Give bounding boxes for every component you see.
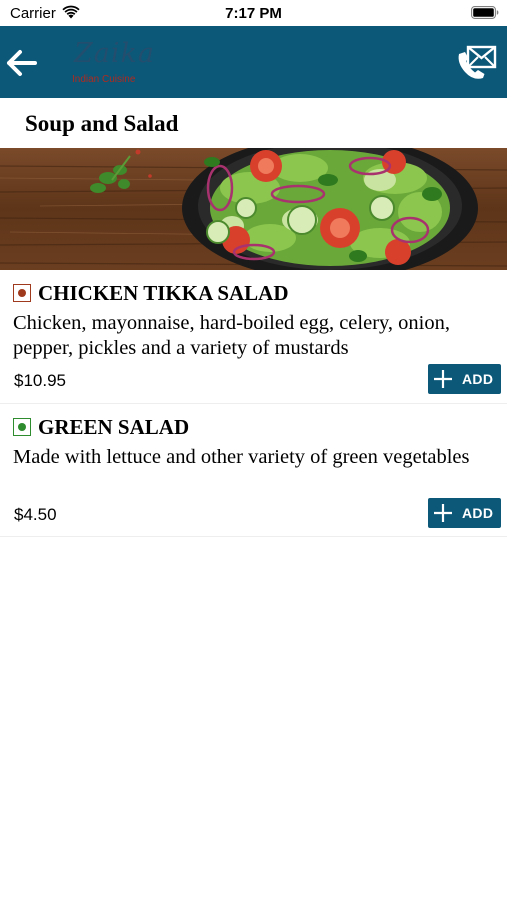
add-button-label: ADD bbox=[462, 505, 494, 521]
item-price: $4.50 bbox=[14, 505, 57, 524]
plus-icon bbox=[434, 504, 452, 522]
logo-text: Zaika bbox=[74, 38, 155, 69]
item-price: $10.95 bbox=[14, 371, 66, 390]
item-name: GREEN SALAD bbox=[38, 415, 190, 439]
add-button[interactable]: ADD bbox=[428, 364, 501, 394]
menu-item: GREEN SALAD Made with lettuce and other … bbox=[0, 404, 507, 537]
salad-banner-image bbox=[0, 148, 507, 270]
nav-bar: Zaika Indian Cuisine bbox=[0, 26, 507, 98]
veg-indicator-icon bbox=[13, 418, 31, 436]
page-title: Soup and Salad bbox=[25, 111, 179, 136]
menu-item: CHICKEN TIKKA SALAD Chicken, mayonnaise,… bbox=[0, 270, 507, 404]
status-bar: Carrier 7:17 PM bbox=[0, 0, 507, 26]
plus-icon bbox=[434, 370, 452, 388]
clock: 7:17 PM bbox=[225, 5, 282, 22]
non-veg-indicator-icon bbox=[13, 284, 31, 302]
mail-phone-icon[interactable] bbox=[456, 41, 498, 83]
add-button-label: ADD bbox=[462, 371, 494, 387]
back-arrow-icon[interactable] bbox=[5, 48, 39, 78]
item-name: CHICKEN TIKKA SALAD bbox=[38, 281, 289, 305]
logo-subtitle: Indian Cuisine bbox=[72, 74, 136, 85]
add-button[interactable]: ADD bbox=[428, 498, 501, 528]
logo: Zaika Indian Cuisine bbox=[70, 38, 154, 90]
item-description: Made with lettuce and other variety of g… bbox=[13, 446, 470, 468]
battery-icon bbox=[471, 6, 499, 19]
item-description: Chicken, mayonnaise, hard-boiled egg, ce… bbox=[13, 312, 451, 359]
